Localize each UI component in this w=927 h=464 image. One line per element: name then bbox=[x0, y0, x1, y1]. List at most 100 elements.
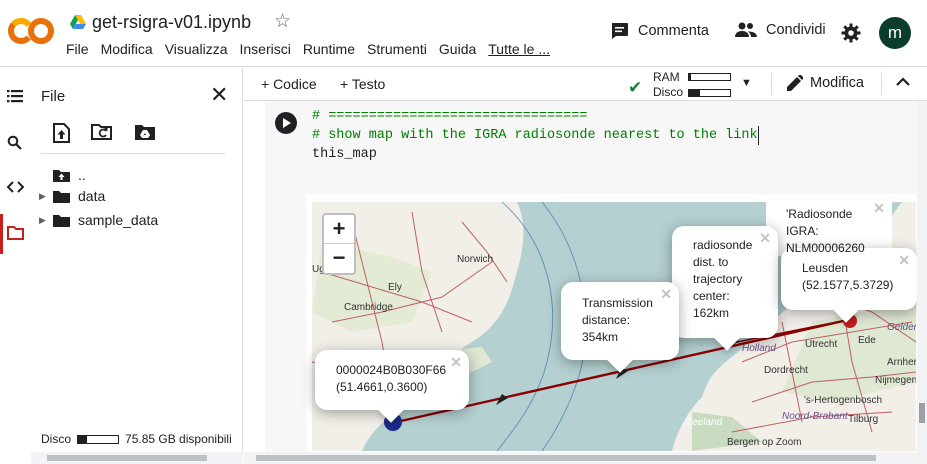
files-horizontal-scrollbar[interactable] bbox=[31, 452, 243, 464]
disk-bar bbox=[688, 89, 731, 97]
popup-line: 354km bbox=[582, 330, 619, 344]
place-label: Zeeland bbox=[685, 417, 723, 428]
zoom-out-button[interactable]: − bbox=[324, 244, 354, 273]
add-code-button[interactable]: + Codice bbox=[261, 76, 317, 92]
chevron-up-icon[interactable] bbox=[896, 76, 910, 86]
ram-label: RAM bbox=[653, 70, 680, 84]
share-label: Condividi bbox=[766, 22, 826, 38]
close-icon[interactable]: ✕ bbox=[210, 82, 228, 108]
run-cell-button[interactable] bbox=[275, 112, 297, 134]
code-line-expression: this_map bbox=[312, 147, 377, 162]
popup-line: (52.1577,5.3729) bbox=[802, 278, 894, 292]
popup-line: 'Radiosonde bbox=[786, 207, 853, 221]
scrollbar-thumb[interactable] bbox=[919, 403, 925, 423]
menu-file[interactable]: File bbox=[66, 41, 89, 57]
notebook-vertical-scrollbar[interactable] bbox=[917, 101, 927, 452]
popup-line: NLM00006260 bbox=[786, 241, 865, 255]
gear-icon[interactable] bbox=[841, 23, 861, 43]
tree-item-label: .. bbox=[78, 167, 86, 183]
place-label: Utrecht bbox=[805, 339, 837, 350]
place-label: Dordrecht bbox=[764, 365, 808, 376]
disk-free-text: 75.85 GB disponibili bbox=[125, 432, 232, 446]
folder-icon[interactable] bbox=[7, 226, 24, 240]
place-label: Holland bbox=[742, 343, 776, 354]
tree-item-data[interactable]: ▶ data bbox=[39, 188, 105, 204]
popup-line: radiosonde bbox=[693, 238, 753, 252]
tree-item-label: data bbox=[78, 188, 106, 204]
place-label: Nijmegen bbox=[875, 375, 916, 386]
files-panel: File ✕ .. ▶ data ▶ sample_data Disco 75.… bbox=[31, 67, 243, 464]
files-panel-title: File bbox=[41, 88, 66, 105]
add-text-button[interactable]: + Testo bbox=[340, 76, 385, 92]
trajectory-distance-popup[interactable]: ✕ radiosonde dist. to trajectory center:… bbox=[672, 226, 778, 351]
refresh-folder-icon[interactable] bbox=[91, 123, 113, 141]
edit-button[interactable]: Modifica bbox=[787, 75, 864, 91]
popup-line: 162km bbox=[693, 306, 730, 320]
leusden-popup[interactable]: ✕ Leusden (52.1577,5.3729) bbox=[781, 248, 917, 323]
comment-icon bbox=[612, 23, 628, 39]
code-editor[interactable]: # ================================ # sho… bbox=[306, 101, 919, 194]
tree-item-parent[interactable]: .. bbox=[39, 167, 86, 183]
folder-up-icon bbox=[53, 169, 70, 182]
comment-label: Commenta bbox=[638, 23, 709, 39]
notebook-toolbar: + Codice + Testo ✔ RAM Disco ▼ Modifica bbox=[244, 67, 927, 101]
popup-line: dist. to bbox=[693, 255, 729, 269]
place-label: Bergen op Zoom bbox=[727, 437, 802, 448]
disk-bar bbox=[77, 434, 120, 444]
menu-insert[interactable]: Inserisci bbox=[239, 41, 290, 57]
code-snippets-icon[interactable] bbox=[7, 180, 24, 194]
menu-view[interactable]: Visualizza bbox=[165, 41, 228, 57]
files-toolbar bbox=[53, 123, 156, 143]
drive-icon[interactable] bbox=[70, 14, 86, 30]
disk-usage: Disco 75.85 GB disponibili bbox=[41, 432, 232, 446]
toc-icon[interactable] bbox=[7, 89, 23, 103]
chevron-down-icon[interactable]: ▼ bbox=[741, 77, 752, 89]
active-indicator bbox=[0, 214, 3, 254]
origin-popup[interactable]: ✕ 0000024B0B030F66 (51.4661,0.3600) bbox=[315, 350, 469, 423]
avatar[interactable]: m bbox=[879, 17, 911, 49]
transmission-distance-popup[interactable]: ✕ Transmission distance: 354km bbox=[561, 282, 679, 373]
star-icon[interactable]: ☆ bbox=[274, 10, 291, 33]
place-label: Ede bbox=[858, 335, 876, 346]
popup-line: (51.4661,0.3600) bbox=[336, 380, 428, 394]
menu-help[interactable]: Guida bbox=[439, 41, 476, 57]
search-icon[interactable] bbox=[7, 135, 22, 150]
popup-line: center: bbox=[693, 289, 730, 303]
edit-label: Modifica bbox=[810, 75, 864, 91]
menu-edit[interactable]: Modifica bbox=[101, 41, 153, 57]
chevron-right-icon[interactable]: ▶ bbox=[39, 191, 53, 202]
menu-all-changes[interactable]: Tutte le ... bbox=[488, 41, 550, 57]
disk-label: Disco bbox=[653, 85, 684, 99]
notebook-horizontal-scrollbar[interactable] bbox=[244, 452, 927, 464]
tree-item-label: sample_data bbox=[78, 212, 159, 228]
share-button[interactable]: Condividi bbox=[735, 22, 826, 38]
place-label: Tilburg bbox=[848, 414, 878, 425]
place-label: Gelder bbox=[887, 322, 916, 333]
disk-label: Disco bbox=[41, 432, 72, 446]
menu-tools[interactable]: Strumenti bbox=[367, 41, 427, 57]
place-label: Noord-Brabant bbox=[782, 411, 849, 422]
folder-icon bbox=[53, 190, 70, 203]
colab-logo[interactable] bbox=[8, 15, 54, 47]
pencil-icon bbox=[787, 75, 803, 91]
place-label: Ely bbox=[388, 282, 402, 293]
place-label: Cambridge bbox=[344, 302, 393, 313]
upload-icon[interactable] bbox=[53, 123, 70, 143]
place-label: Arnhem bbox=[887, 357, 916, 368]
popup-line: trajectory bbox=[693, 272, 743, 286]
popup-line: Transmission bbox=[582, 296, 653, 310]
notebook-title[interactable]: get-rsigra-v01.ipynb bbox=[92, 12, 251, 33]
menu-runtime[interactable]: Runtime bbox=[303, 41, 355, 57]
comment-button[interactable]: Commenta bbox=[610, 22, 709, 40]
tree-item-sample-data[interactable]: ▶ sample_data bbox=[39, 212, 158, 228]
zoom-in-button[interactable]: + bbox=[324, 215, 354, 244]
chevron-right-icon[interactable]: ▶ bbox=[39, 215, 53, 226]
mount-drive-icon[interactable] bbox=[134, 123, 156, 141]
radiosonde-igra-popup[interactable]: ✕ 'Radiosonde IGRA: NLM00006260 bbox=[766, 196, 892, 256]
zoom-control: + − bbox=[322, 213, 356, 275]
place-label: Norwich bbox=[457, 254, 493, 265]
menu-bar: File Modifica Visualizza Inserisci Runti… bbox=[66, 41, 562, 57]
ram-bar bbox=[688, 73, 731, 81]
popup-line: Leusden bbox=[802, 261, 849, 275]
folder-icon bbox=[53, 214, 70, 227]
